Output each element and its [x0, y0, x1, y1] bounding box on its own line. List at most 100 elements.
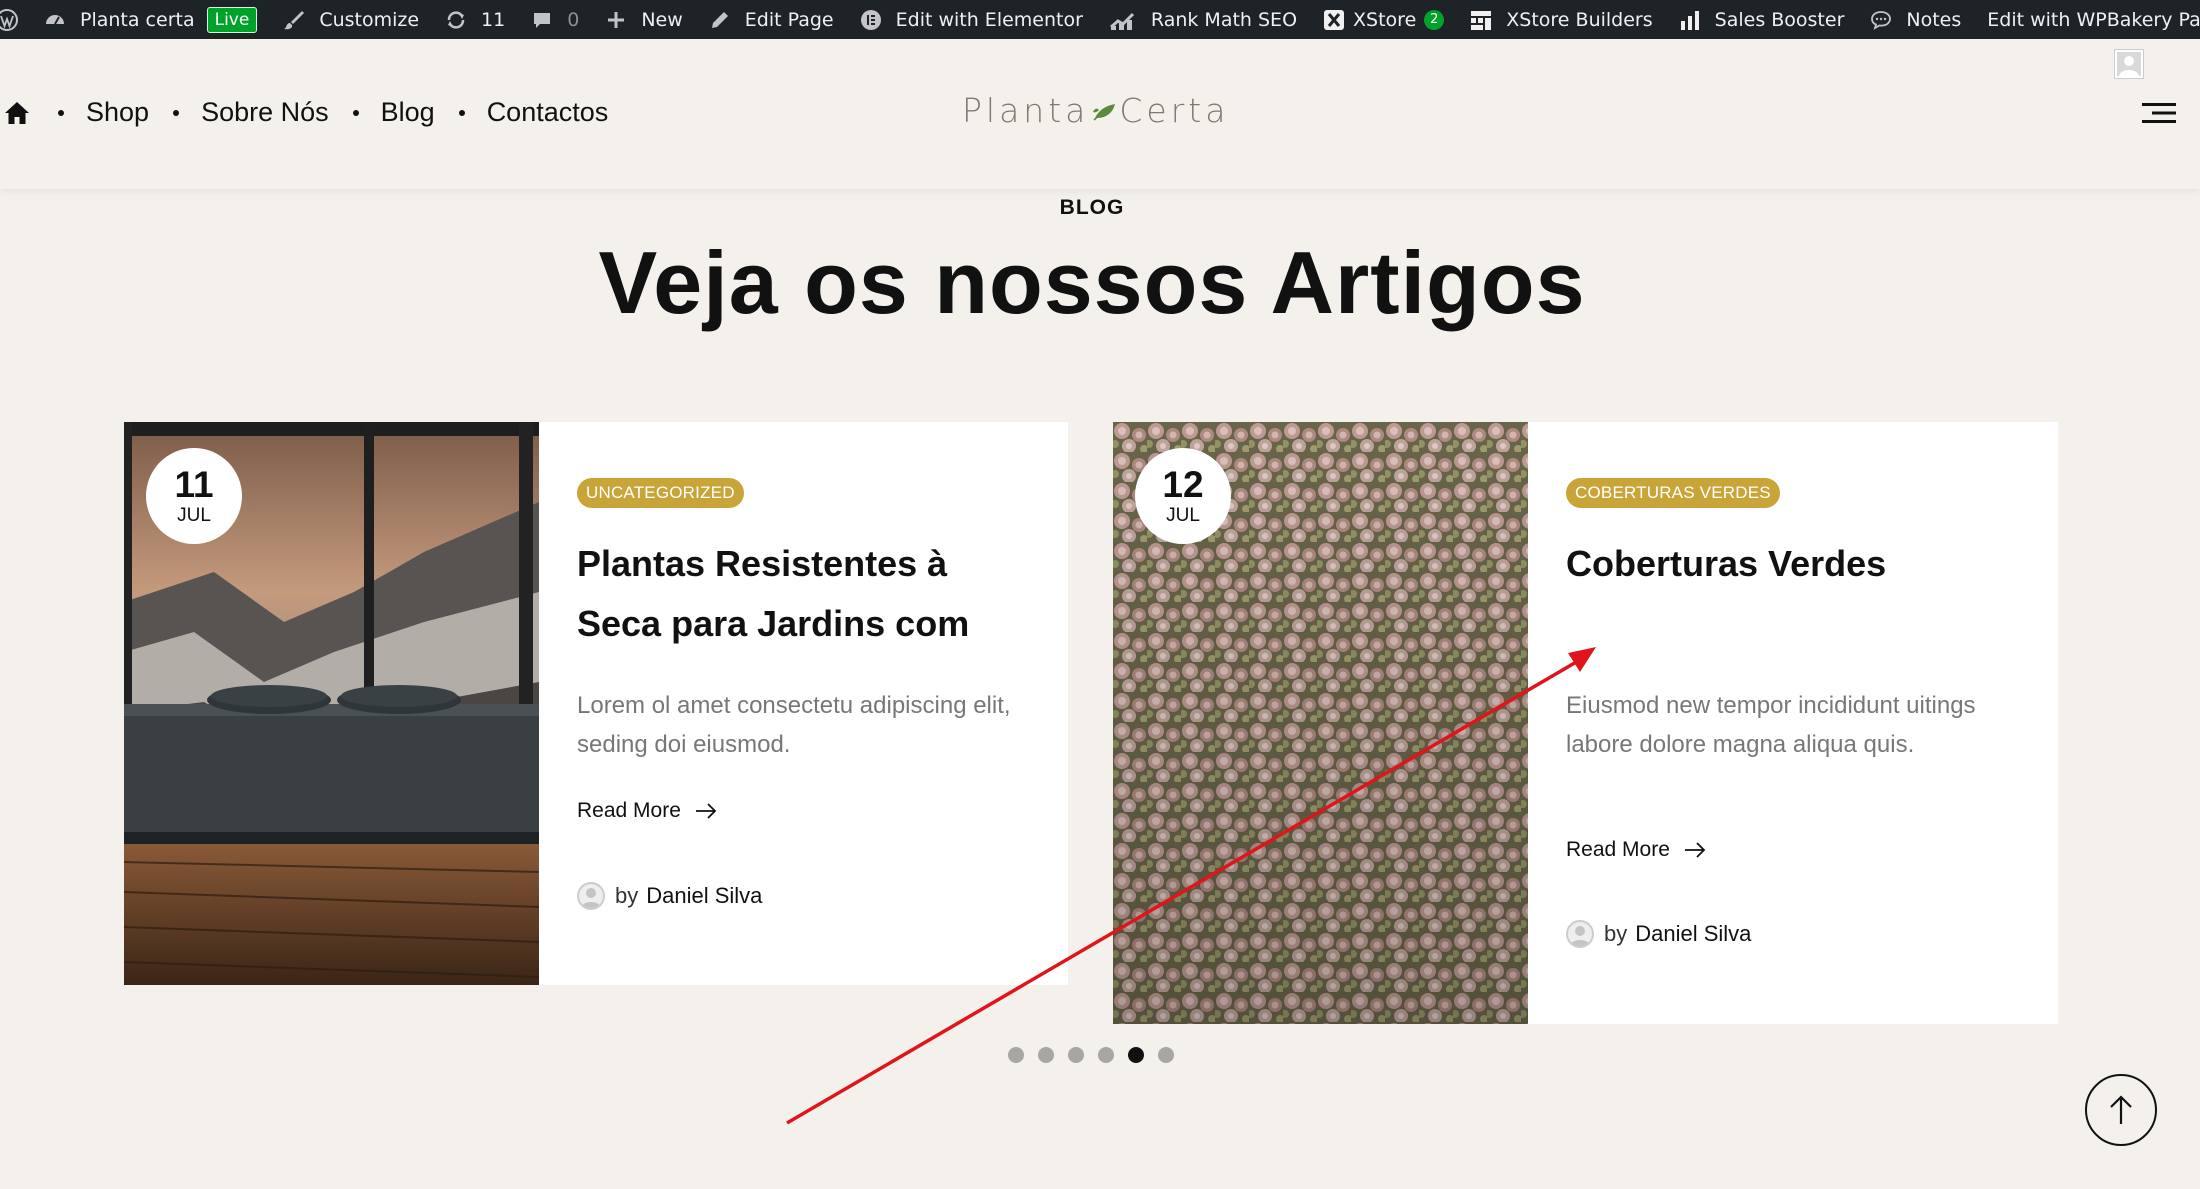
category-badge[interactable]: COBERTURAS VERDES [1566, 478, 1780, 508]
elementor-link[interactable]: Edit with Elementor [847, 0, 1096, 39]
customize-link[interactable]: Customize [270, 0, 432, 39]
rank-math-label: Rank Math SEO [1150, 8, 1298, 31]
notes-menu[interactable]: Notes [1857, 0, 1974, 39]
user-avatar[interactable] [2114, 49, 2144, 79]
scroll-to-top-button[interactable] [2085, 1074, 2157, 1146]
read-more-label: Read More [1566, 838, 1670, 861]
nav-shop[interactable]: Shop [86, 97, 149, 128]
wpbakery-link[interactable]: Edit with WPBakery Page Builder [1974, 0, 2200, 39]
bar-chart-icon [1679, 9, 1701, 31]
home-icon[interactable] [4, 100, 30, 126]
nav-sobre-nos[interactable]: Sobre Nós [201, 97, 329, 128]
author-by: by [1604, 921, 1628, 946]
blog-post-card[interactable]: 12 JUL COBERTURAS VERDES Coberturas Verd… [1113, 422, 2058, 1024]
customize-label: Customize [319, 8, 420, 31]
nav-blog[interactable]: Blog [381, 97, 435, 128]
post-title[interactable]: Coberturas Verdes [1566, 534, 2020, 594]
updates-link[interactable]: 11 [432, 0, 518, 39]
brush-icon [283, 9, 305, 31]
site-name: Planta certa [80, 8, 195, 31]
post-image[interactable]: 12 JUL [1113, 422, 1528, 1024]
xstore-count: 2 [1424, 9, 1445, 30]
read-more-link[interactable]: Read More [1566, 838, 1706, 862]
post-author: by Daniel Silva [1566, 920, 1751, 948]
pagination-dot[interactable] [1068, 1047, 1084, 1063]
date-badge: 12 JUL [1135, 448, 1231, 544]
arrow-up-icon [2110, 1095, 2132, 1124]
dashboard-icon [44, 9, 66, 31]
pagination-dot[interactable] [1038, 1047, 1054, 1063]
post-excerpt: Lorem ol amet consectetu adipiscing elit… [577, 692, 1011, 758]
xstore-menu[interactable]: XStore 2 [1310, 0, 1457, 39]
date-day: 12 [1162, 463, 1204, 505]
admin-bar: Planta certa Live Customize 11 0 New Edi… [0, 0, 2200, 39]
user-silhouette-icon [2119, 56, 2139, 76]
xstore-builders-menu[interactable]: XStore Builders [1457, 0, 1665, 39]
nav-separator [458, 109, 465, 116]
post-image[interactable]: 11 JUL [124, 422, 539, 985]
elementor-icon [860, 9, 882, 31]
post-content: UNCATEGORIZED Plantas Resistentes à Seca… [539, 422, 1068, 985]
sales-booster-menu[interactable]: Sales Booster [1666, 0, 1858, 39]
author-name[interactable]: Daniel Silva [1635, 921, 1751, 947]
elementor-label: Edit with Elementor [895, 8, 1083, 31]
wpbakery-label: Edit with WPBakery Page Builder [1987, 8, 2200, 31]
date-month: JUL [177, 504, 211, 526]
site-name-menu[interactable]: Planta certa Live [31, 0, 270, 39]
date-day: 11 [174, 463, 214, 505]
nav-contactos[interactable]: Contactos [487, 97, 609, 128]
read-more-link[interactable]: Read More [577, 799, 717, 823]
xstore-builders-label: XStore Builders [1506, 8, 1653, 31]
pagination-dot[interactable] [1098, 1047, 1114, 1063]
pagination-dot[interactable] [1158, 1047, 1174, 1063]
plus-icon [605, 9, 627, 31]
post-author: by Daniel Silva [577, 882, 762, 910]
notes-icon [1870, 9, 1892, 31]
wordpress-icon [0, 8, 18, 31]
pagination-dot[interactable] [1128, 1047, 1144, 1063]
author-by: by [615, 883, 639, 908]
wordpress-menu[interactable] [0, 0, 31, 39]
hamburger-menu-icon[interactable] [2142, 101, 2178, 125]
nav-separator [352, 109, 359, 116]
section-title: Veja os nossos Artigos [598, 233, 1586, 332]
main-navigation: Shop Sobre Nós Blog Contactos [0, 97, 632, 128]
sales-booster-label: Sales Booster [1714, 8, 1845, 31]
comment-icon [531, 9, 553, 31]
pagination-dot[interactable] [1008, 1047, 1024, 1063]
leaf-icon [1093, 103, 1116, 121]
rank-math-link[interactable]: Rank Math SEO [1096, 0, 1310, 39]
author-avatar [577, 882, 605, 910]
site-logo[interactable]: Planta Certa [962, 91, 1229, 130]
edit-page-link[interactable]: Edit Page [696, 0, 847, 39]
date-badge: 11 JUL [146, 448, 242, 544]
updates-count: 11 [481, 8, 506, 31]
blog-post-card[interactable]: 11 JUL UNCATEGORIZED Plantas Resistentes… [124, 422, 1068, 985]
xstore-icon [1323, 9, 1345, 31]
notes-label: Notes [1906, 8, 1962, 31]
arrow-right-icon [1684, 842, 1706, 858]
pencil-icon [709, 9, 731, 31]
new-label: New [641, 8, 683, 31]
new-content-menu[interactable]: New [592, 0, 695, 39]
live-badge: Live [206, 6, 258, 33]
arrow-right-icon [695, 803, 717, 819]
site-header: Shop Sobre Nós Blog Contactos Planta Cer… [0, 39, 2200, 189]
logo-text-left: Planta [962, 91, 1090, 130]
edit-page-label: Edit Page [744, 8, 834, 31]
user-silhouette-icon [1570, 926, 1590, 946]
logo-text-right: Certa [1119, 91, 1230, 130]
date-month: JUL [1166, 504, 1200, 526]
nav-separator [58, 109, 64, 116]
builders-icon [1470, 9, 1492, 31]
user-silhouette-icon [581, 888, 601, 908]
nav-separator [173, 109, 180, 116]
category-badge[interactable]: UNCATEGORIZED [577, 478, 744, 508]
author-name[interactable]: Daniel Silva [646, 883, 762, 909]
section-eyebrow: BLOG [1059, 196, 1125, 219]
post-title[interactable]: Plantas Resistentes à Seca para Jardins … [577, 534, 1030, 654]
rank-math-icon [1109, 9, 1137, 31]
comments-count: 0 [567, 8, 580, 31]
read-more-label: Read More [577, 799, 681, 822]
comments-link[interactable]: 0 [518, 0, 592, 39]
